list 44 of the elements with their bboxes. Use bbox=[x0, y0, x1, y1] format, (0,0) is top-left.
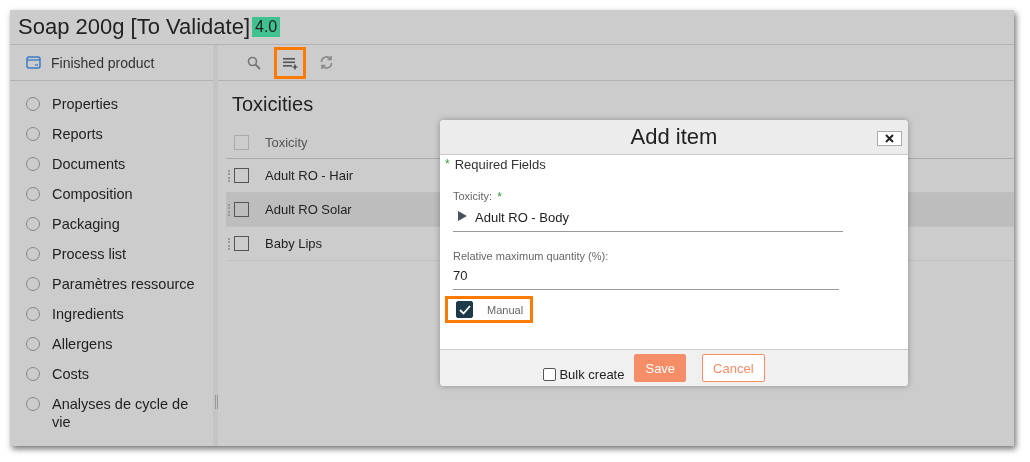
page-title: Soap 200g [To Validate] bbox=[18, 14, 250, 40]
drag-handle-icon[interactable] bbox=[228, 169, 232, 182]
sidebar-item[interactable]: Paramètres ressource bbox=[10, 269, 213, 299]
close-button[interactable] bbox=[877, 131, 902, 146]
required-marker: * bbox=[445, 157, 450, 172]
sidebar-item[interactable]: Documents bbox=[10, 149, 213, 179]
row-checkbox[interactable] bbox=[234, 168, 249, 183]
sidebar-item[interactable]: Costs bbox=[10, 359, 213, 389]
table-cell: Adult RO Solar bbox=[265, 202, 352, 217]
add-item-button[interactable] bbox=[274, 46, 306, 79]
sidebar-item[interactable]: Process list bbox=[10, 239, 213, 269]
row-checkbox[interactable] bbox=[234, 236, 249, 251]
section-title: Toxicities bbox=[232, 93, 315, 116]
table-cell: Baby Lips bbox=[265, 236, 323, 251]
close-icon[interactable] bbox=[885, 134, 894, 143]
expand-icon[interactable] bbox=[458, 210, 467, 221]
version-badge: 4.0 bbox=[252, 17, 281, 37]
sidebar-title: Finished product bbox=[51, 54, 155, 71]
product-icon bbox=[26, 56, 41, 69]
sidebar-item[interactable]: Allergens bbox=[10, 329, 213, 359]
sidebar-item[interactable]: Analyses de cycle de vie bbox=[10, 389, 213, 437]
dialog-title: Add item bbox=[630, 124, 718, 150]
row-checkbox[interactable] bbox=[234, 202, 249, 217]
required-note: Required Fields bbox=[454, 157, 546, 172]
sidebar-item[interactable]: Ingredients bbox=[10, 299, 213, 329]
drag-handle-icon[interactable] bbox=[228, 203, 232, 216]
table-cell: Adult RO - Hair bbox=[265, 168, 354, 183]
add-list-icon[interactable] bbox=[282, 55, 298, 70]
sidebar-item[interactable]: Reports bbox=[10, 119, 213, 149]
column-header[interactable]: Toxicity bbox=[265, 134, 308, 150]
search-icon[interactable] bbox=[247, 55, 261, 70]
required-marker: * bbox=[497, 190, 502, 204]
manual-checkbox[interactable] bbox=[456, 301, 473, 318]
toxicity-field[interactable]: Adult RO - Body bbox=[453, 204, 843, 232]
bulk-create-checkbox[interactable] bbox=[543, 367, 557, 381]
field-label: Toxicity: bbox=[453, 190, 493, 204]
checkbox-label: Bulk create bbox=[559, 366, 625, 382]
sidebar-item[interactable]: Packaging bbox=[10, 209, 213, 239]
drag-handle-icon[interactable] bbox=[228, 237, 232, 250]
manual-option[interactable]: Manual bbox=[445, 296, 533, 323]
sidebar-item[interactable]: Properties bbox=[10, 89, 213, 119]
select-all-checkbox[interactable] bbox=[234, 134, 249, 150]
sidebar-item[interactable]: Composition bbox=[10, 179, 213, 209]
field-label: Relative maximum quantity (%): bbox=[453, 250, 609, 262]
